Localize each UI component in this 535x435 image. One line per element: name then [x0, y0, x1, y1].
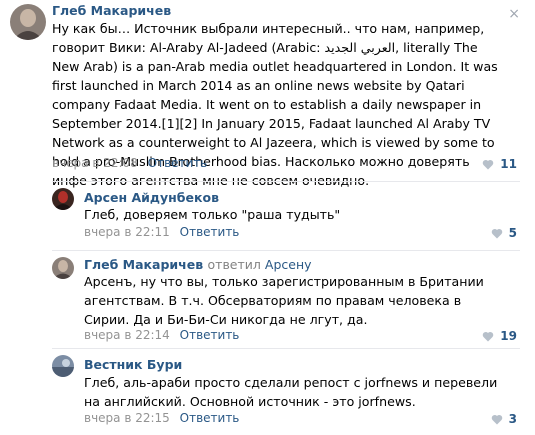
like-button[interactable]: 5: [491, 226, 517, 240]
like-button[interactable]: 11: [482, 157, 517, 171]
like-count: 11: [500, 157, 517, 171]
like-button[interactable]: 3: [491, 412, 517, 426]
like-count: 5: [508, 226, 517, 240]
comment-4: Вестник Бури Глеб, аль-араби просто сдел…: [0, 351, 535, 435]
like-button[interactable]: 19: [482, 329, 517, 343]
comment-time[interactable]: вчера в 22:11: [84, 225, 170, 239]
divider: [52, 181, 520, 182]
comment-meta: вчера в 22:11 Ответить: [84, 225, 239, 239]
heart-icon: [491, 228, 502, 238]
avatar-gleb-1[interactable]: [10, 4, 46, 40]
comment-meta: вчера в 22:08 Ответить: [52, 156, 207, 170]
reply-to-label: ответил: [207, 257, 261, 272]
heart-icon: [491, 414, 502, 424]
comment-1: Глеб Макаричев × Ну как бы… Источник выб…: [0, 0, 535, 188]
heart-icon: [483, 159, 494, 169]
comment-text: Арсенъ, ну что вы, только зарегистрирова…: [84, 274, 484, 327]
reply-button[interactable]: Ответить: [148, 156, 208, 170]
comment-time[interactable]: вчера в 22:15: [84, 411, 170, 425]
reply-button[interactable]: Ответить: [180, 225, 240, 239]
reply-to-name[interactable]: Арсену: [265, 257, 312, 272]
avatar-gleb-2[interactable]: [52, 257, 74, 279]
like-count: 19: [500, 329, 517, 343]
comment-3: Глеб Макаричев ответил Арсену Арсенъ, ну…: [0, 253, 535, 345]
divider: [52, 250, 520, 251]
divider: [52, 348, 520, 349]
comment-author[interactable]: Арсен Айдунбеков: [84, 190, 219, 205]
comment-time[interactable]: вчера в 22:14: [84, 328, 170, 342]
comment-meta: вчера в 22:14 Ответить: [84, 328, 239, 342]
comment-author-line: Глеб Макаричев ответил Арсену: [84, 257, 312, 272]
comment-author[interactable]: Глеб Макаричев: [52, 3, 171, 18]
close-icon[interactable]: ×: [508, 6, 520, 22]
comment-time[interactable]: вчера в 22:08: [52, 156, 138, 170]
comment-author[interactable]: Вестник Бури: [84, 357, 182, 372]
reply-button[interactable]: Ответить: [180, 411, 240, 425]
heart-icon: [483, 331, 494, 341]
comment-author[interactable]: Глеб Макаричев: [84, 257, 203, 272]
like-count: 3: [508, 412, 517, 426]
reply-to: ответил Арсену: [208, 257, 312, 272]
reply-button[interactable]: Ответить: [180, 328, 240, 342]
comment-meta: вчера в 22:15 Ответить: [84, 411, 239, 425]
comment-2: Арсен Айдунбеков Глеб, доверяем только "…: [0, 184, 535, 248]
avatar-vestnik[interactable]: [52, 355, 74, 377]
comment-text: Глеб, аль-араби просто сделали репост с …: [84, 375, 498, 409]
comment-text: Глеб, доверяем только "раша тудыть": [84, 207, 341, 222]
avatar-arsen[interactable]: [52, 188, 74, 210]
